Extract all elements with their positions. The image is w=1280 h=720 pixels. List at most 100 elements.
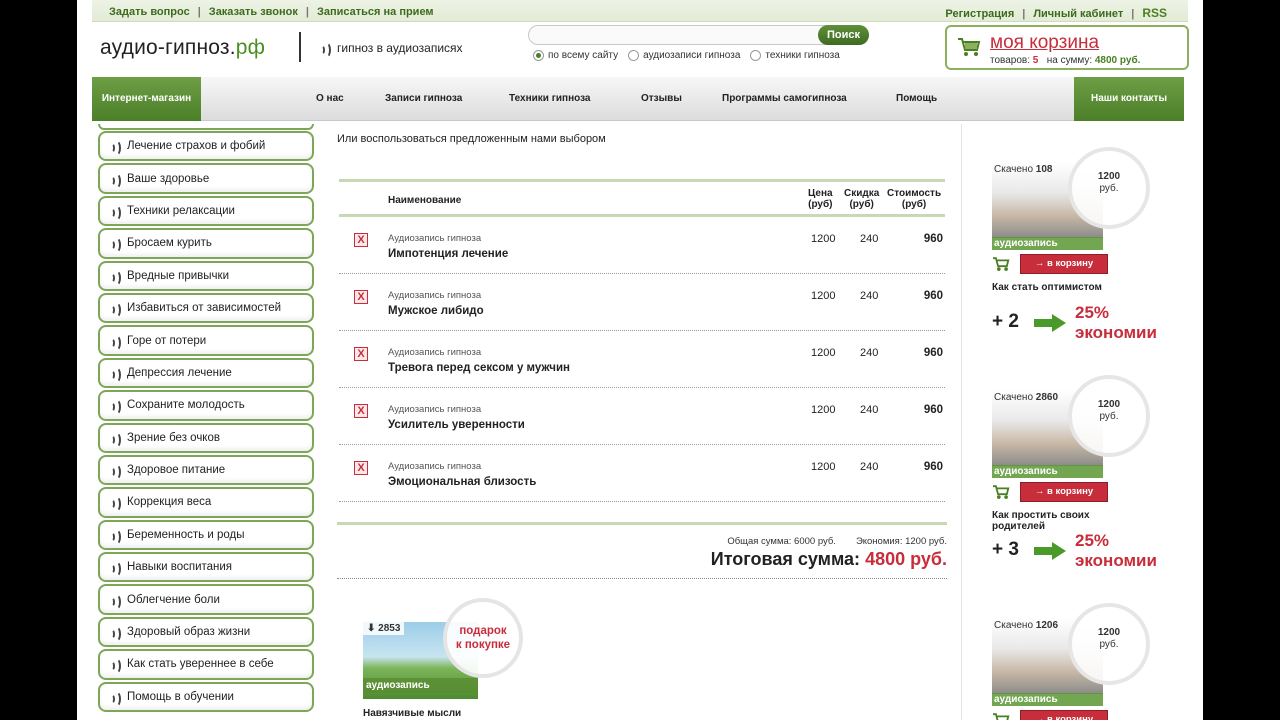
- download-count: Скачено 2860: [994, 392, 1059, 403]
- gift-downloads: ⬇ 2853: [363, 622, 405, 635]
- slogan: гипноз в аудиозаписях: [319, 41, 463, 58]
- sidebar-item[interactable]: Помощь в обучении: [98, 681, 314, 713]
- nav-about[interactable]: О нас: [316, 77, 344, 121]
- cart-table-header: Наименование Цена (руб) Скидка (руб) Стоим…: [339, 179, 945, 217]
- buy-row: → в корзину: [992, 482, 1108, 502]
- sidebar-item-label: Горе от потери: [127, 334, 207, 347]
- bundle-promo: + 3 25% экономии: [992, 531, 1182, 571]
- download-count: Скачено 108: [994, 164, 1053, 175]
- delete-icon[interactable]: X: [354, 404, 368, 418]
- sound-wave-icon: [109, 269, 121, 286]
- delete-icon[interactable]: X: [354, 347, 368, 361]
- col-discount: Скидка (руб): [844, 188, 880, 210]
- sidebar-item[interactable]: Зрение без очков: [98, 422, 314, 453]
- add-to-cart-button[interactable]: → в корзину: [1020, 482, 1108, 502]
- nav-techniques[interactable]: Техники гипноза: [509, 77, 591, 121]
- cart-widget[interactable]: моя корзина товаров: 5 на сумму: 4800 ру…: [945, 25, 1189, 70]
- nav-contacts[interactable]: Наши контакты: [1074, 77, 1184, 121]
- search-button[interactable]: Поиск: [818, 25, 869, 45]
- account-link[interactable]: Личный кабинет: [1033, 8, 1123, 20]
- ask-question-link[interactable]: Задать вопрос: [109, 6, 190, 18]
- price-badge: 1200 руб.: [1068, 147, 1150, 229]
- nav-help[interactable]: Помощь: [896, 77, 937, 121]
- product-title[interactable]: Как простить своих родителей: [992, 510, 1142, 532]
- sidebar-item[interactable]: Здоровый образ жизни: [98, 616, 314, 648]
- item-type: Аудиозапись гипноза: [388, 461, 482, 472]
- item-title[interactable]: Импотенция лечение: [388, 248, 508, 260]
- sound-wave-icon: [109, 237, 121, 254]
- sidebar-item[interactable]: Горе от потери: [98, 325, 314, 356]
- item-title[interactable]: Усилитель уверенности: [388, 419, 525, 431]
- sound-wave-icon: [109, 366, 121, 383]
- radio-icon: [628, 50, 640, 61]
- sidebar-item-label: Помощь в обучении: [127, 690, 234, 703]
- sidebar-item-label: Ваше здоровье: [127, 172, 210, 185]
- sidebar-item-label: Вредные привычки: [127, 269, 229, 282]
- nav-programs[interactable]: Программы самогипноза: [722, 77, 847, 121]
- sidebar-item[interactable]: Лечение страхов и фобий: [98, 131, 314, 162]
- item-cost: 960: [923, 461, 943, 473]
- item-discount: 240: [860, 347, 879, 359]
- sound-wave-icon: [109, 658, 121, 675]
- main-nav: Интернет-магазин О нас Записи гипноза Те…: [92, 77, 1184, 121]
- add-to-cart-button[interactable]: → в корзину: [1020, 710, 1108, 720]
- price-badge: 1200 руб.: [1068, 375, 1150, 457]
- gift-title[interactable]: Навязчивые мысли: [363, 708, 461, 719]
- nav-shop[interactable]: Интернет-магазин: [92, 77, 201, 121]
- sidebar-item[interactable]: Бросаем курить: [98, 228, 314, 259]
- item-title[interactable]: Мужское либидо: [388, 305, 484, 317]
- sidebar-item[interactable]: Сохраните молодость: [98, 390, 314, 421]
- cart-title[interactable]: моя корзина: [990, 32, 1099, 54]
- product-title[interactable]: Как стать оптимистом: [992, 282, 1142, 293]
- register-link[interactable]: Регистрация: [945, 8, 1014, 20]
- sidebar-item[interactable]: Коррекция веса: [98, 487, 314, 518]
- item-price: 1200: [811, 233, 836, 245]
- sound-wave-icon: [109, 172, 121, 189]
- total-divider: [337, 578, 947, 579]
- sidebar-item[interactable]: Вредные привычки: [98, 260, 314, 291]
- item-discount: 240: [860, 461, 879, 473]
- sidebar-item[interactable]: Ваше здоровье: [98, 163, 314, 194]
- scope-audio[interactable]: аудиозаписи гипноза: [628, 50, 740, 61]
- nav-records[interactable]: Записи гипноза: [385, 77, 462, 121]
- sidebar-item[interactable]: Навыки воспитания: [98, 552, 314, 583]
- sidebar-item[interactable]: Как стать увереннее в себе: [98, 649, 314, 680]
- sidebar-item[interactable]: Депрессия лечение: [98, 357, 314, 389]
- add-to-cart-button[interactable]: → в корзину: [1020, 254, 1108, 274]
- item-price: 1200: [811, 461, 836, 473]
- rss-link[interactable]: RSS: [1142, 6, 1167, 20]
- appointment-link[interactable]: Записаться на прием: [317, 6, 434, 18]
- radio-icon: [750, 50, 762, 61]
- sidebar-item[interactable]: Облегчение боли: [98, 584, 314, 615]
- scope-techniques[interactable]: техники гипноза: [750, 50, 840, 61]
- site-logo[interactable]: аудио-гипноз.рф: [100, 36, 265, 60]
- order-call-link[interactable]: Заказать звонок: [209, 6, 298, 18]
- item-title[interactable]: Тревога перед сексом у мужчин: [388, 362, 570, 374]
- sidebar-item-label: Облегчение боли: [127, 593, 220, 606]
- delete-icon[interactable]: X: [354, 461, 368, 475]
- table-row: X Аудиозапись гипноза Усилитель уверенност…: [339, 388, 945, 445]
- sidebar-item-label: Беременность и роды: [127, 528, 245, 541]
- cart-summary: товаров: 5 на сумму: 4800 руб.: [990, 55, 1141, 66]
- item-type: Аудиозапись гипноза: [388, 290, 482, 301]
- sidebar-item[interactable]: Избавиться от зависимостей: [98, 292, 314, 324]
- intro-text: Или воспользоваться предложенным нами вы…: [337, 133, 606, 145]
- sidebar-item-label: Коррекция веса: [127, 496, 212, 509]
- nav-reviews[interactable]: Отзывы: [641, 77, 682, 121]
- logo-text: аудио-гипноз.: [100, 36, 236, 59]
- item-title[interactable]: Эмоциональная близость: [388, 476, 536, 488]
- delete-icon[interactable]: X: [354, 233, 368, 247]
- audio-label: аудиозапись: [992, 693, 1103, 706]
- top-bar: Задать вопрос | Заказать звонок | Записаться…: [92, 0, 1188, 22]
- sidebar-item[interactable]: Здоровое питание: [98, 454, 314, 486]
- delete-icon[interactable]: X: [354, 290, 368, 304]
- page: Задать вопрос | Заказать звонок | Записаться…: [77, 0, 1203, 720]
- buy-row: → в корзину: [992, 710, 1108, 720]
- download-count: Скачено 1206: [994, 620, 1059, 631]
- sidebar-item[interactable]: Беременность и роды: [98, 519, 314, 551]
- sidebar-item[interactable]: Техники релаксации: [98, 195, 314, 227]
- sound-wave-icon: [109, 561, 121, 578]
- scope-all-site[interactable]: по всему сайту: [533, 50, 618, 61]
- sidebar-item-label: Лечение страхов и фобий: [127, 140, 266, 153]
- search-input[interactable]: [529, 27, 809, 45]
